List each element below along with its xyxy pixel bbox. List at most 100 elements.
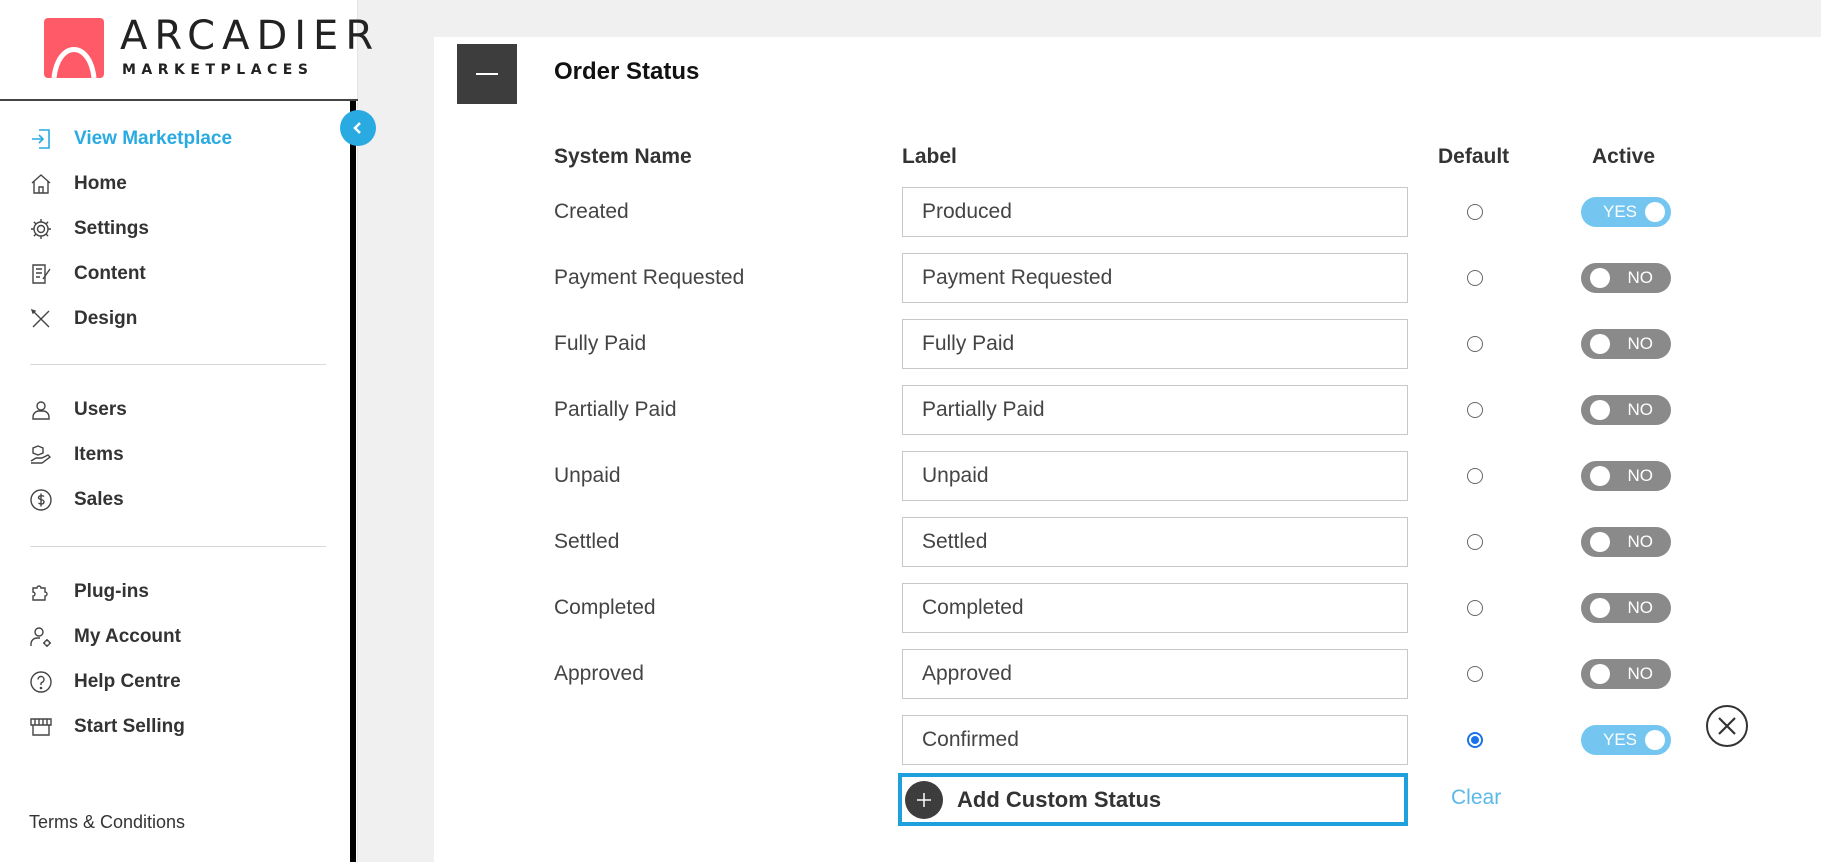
active-toggle[interactable]: NO <box>1581 395 1671 425</box>
active-toggle[interactable]: NO <box>1581 329 1671 359</box>
sidebar-item-sales[interactable]: Sales <box>28 484 124 516</box>
close-icon <box>1718 717 1736 735</box>
sidebar: ARCADIER MARKETPLACES View Marketplace H… <box>0 0 373 862</box>
toggle-knob <box>1590 268 1610 288</box>
toggle-text: YES <box>1603 202 1638 221</box>
toggle-text: YES <box>1603 730 1638 749</box>
label-input[interactable]: Produced <box>902 187 1408 237</box>
default-radio[interactable] <box>1467 468 1483 484</box>
label-input[interactable]: Partially Paid <box>902 385 1408 435</box>
page-title: Order Status <box>554 58 700 85</box>
active-toggle[interactable]: NO <box>1581 659 1671 689</box>
default-radio[interactable] <box>1467 204 1483 220</box>
label-input[interactable]: Approved <box>902 649 1408 699</box>
home-icon <box>28 171 54 197</box>
row-system-name: Settled <box>554 530 620 553</box>
custom-label-input[interactable]: Confirmed <box>902 715 1408 765</box>
sidebar-item-users[interactable]: Users <box>28 394 127 426</box>
add-custom-status-button[interactable]: Add Custom Status <box>898 773 1408 826</box>
toggle-text: NO <box>1627 598 1654 617</box>
label-input[interactable]: Unpaid <box>902 451 1408 501</box>
design-tools-icon <box>28 306 54 332</box>
toggle-knob <box>1645 202 1665 222</box>
sidebar-item-design[interactable]: Design <box>28 303 137 335</box>
collapse-section-button[interactable] <box>457 44 517 104</box>
active-toggle[interactable]: YES <box>1581 725 1671 755</box>
row-system-name: Approved <box>554 662 644 685</box>
sidebar-item-start-selling[interactable]: Start Selling <box>28 711 185 743</box>
toggle-knob <box>1590 532 1610 552</box>
active-toggle[interactable]: NO <box>1581 593 1671 623</box>
sidebar-item-label: Content <box>74 263 146 284</box>
remove-custom-status-button[interactable] <box>1706 705 1748 747</box>
default-radio[interactable] <box>1467 732 1483 748</box>
default-radio[interactable] <box>1467 534 1483 550</box>
plus-icon <box>905 780 943 819</box>
toggle-text: NO <box>1627 532 1654 551</box>
sidebar-item-label: Design <box>74 308 138 329</box>
sidebar-item-help-centre[interactable]: Help Centre <box>28 666 181 698</box>
active-toggle[interactable]: NO <box>1581 527 1671 557</box>
row-system-name: Payment Requested <box>554 266 745 289</box>
default-radio[interactable] <box>1467 336 1483 352</box>
sidebar-item-label: My Account <box>74 626 181 647</box>
row-system-name: Fully Paid <box>554 332 647 355</box>
default-radio[interactable] <box>1467 402 1483 418</box>
sidebar-item-items[interactable]: Items <box>28 439 124 471</box>
sidebar-item-view-marketplace[interactable]: View Marketplace <box>28 123 232 155</box>
row-system-name: Unpaid <box>554 464 621 487</box>
clear-link[interactable]: Clear <box>1451 786 1501 810</box>
logo[interactable]: ARCADIER MARKETPLACES <box>0 0 373 101</box>
label-input[interactable]: Completed <box>902 583 1408 633</box>
storefront-icon <box>28 714 54 740</box>
sidebar-item-label: Start Selling <box>74 716 185 737</box>
toggle-text: NO <box>1627 400 1654 419</box>
active-toggle[interactable]: NO <box>1581 263 1671 293</box>
row-system-name: Completed <box>554 596 656 619</box>
label-input[interactable]: Fully Paid <box>902 319 1408 369</box>
sidebar-item-settings[interactable]: Settings <box>28 213 149 245</box>
toggle-knob <box>1590 598 1610 618</box>
active-toggle[interactable]: YES <box>1581 197 1671 227</box>
row-system-name: Created <box>554 200 629 223</box>
add-custom-status-label: Add Custom Status <box>957 786 1162 812</box>
default-radio[interactable] <box>1467 600 1483 616</box>
label-input[interactable]: Payment Requested <box>902 253 1408 303</box>
column-header-default: Default <box>1438 145 1510 168</box>
toggle-text: NO <box>1627 466 1654 485</box>
dollar-circle-icon <box>28 487 54 513</box>
sidebar-item-label: Plug-ins <box>74 581 149 602</box>
sidebar-item-my-account[interactable]: My Account <box>28 621 181 653</box>
toggle-knob <box>1590 664 1610 684</box>
column-header-label: Label <box>902 145 957 168</box>
toggle-knob <box>1590 334 1610 354</box>
toggle-knob <box>1645 730 1665 750</box>
toggle-knob <box>1590 400 1610 420</box>
sidebar-item-label: Users <box>74 399 127 420</box>
sidebar-collapse-button[interactable] <box>340 110 376 146</box>
puzzle-icon <box>28 579 54 605</box>
sidebar-edge <box>350 101 356 862</box>
column-header-system-name: System Name <box>554 145 692 168</box>
brand-subtitle: MARKETPLACES <box>122 62 314 78</box>
toggle-knob <box>1590 466 1610 486</box>
terms-link[interactable]: Terms & Conditions <box>29 812 185 833</box>
active-toggle[interactable]: NO <box>1581 461 1671 491</box>
login-arrow-icon <box>28 126 54 152</box>
question-circle-icon <box>28 669 54 695</box>
sidebar-divider <box>30 546 326 547</box>
toggle-text: NO <box>1627 664 1654 683</box>
toggle-text: NO <box>1627 334 1654 353</box>
arcadier-logo-icon <box>44 18 104 78</box>
sidebar-item-plugins[interactable]: Plug-ins <box>28 576 149 608</box>
sidebar-item-label: View Marketplace <box>74 128 233 149</box>
default-radio[interactable] <box>1467 270 1483 286</box>
default-radio[interactable] <box>1467 666 1483 682</box>
sidebar-item-label: Settings <box>74 218 149 239</box>
label-input[interactable]: Settled <box>902 517 1408 567</box>
brand-name: ARCADIER <box>120 13 381 59</box>
sidebar-item-home[interactable]: Home <box>28 168 127 200</box>
sidebar-divider <box>30 364 326 365</box>
sidebar-item-content[interactable]: Content <box>28 258 146 290</box>
user-gear-icon <box>28 624 54 650</box>
